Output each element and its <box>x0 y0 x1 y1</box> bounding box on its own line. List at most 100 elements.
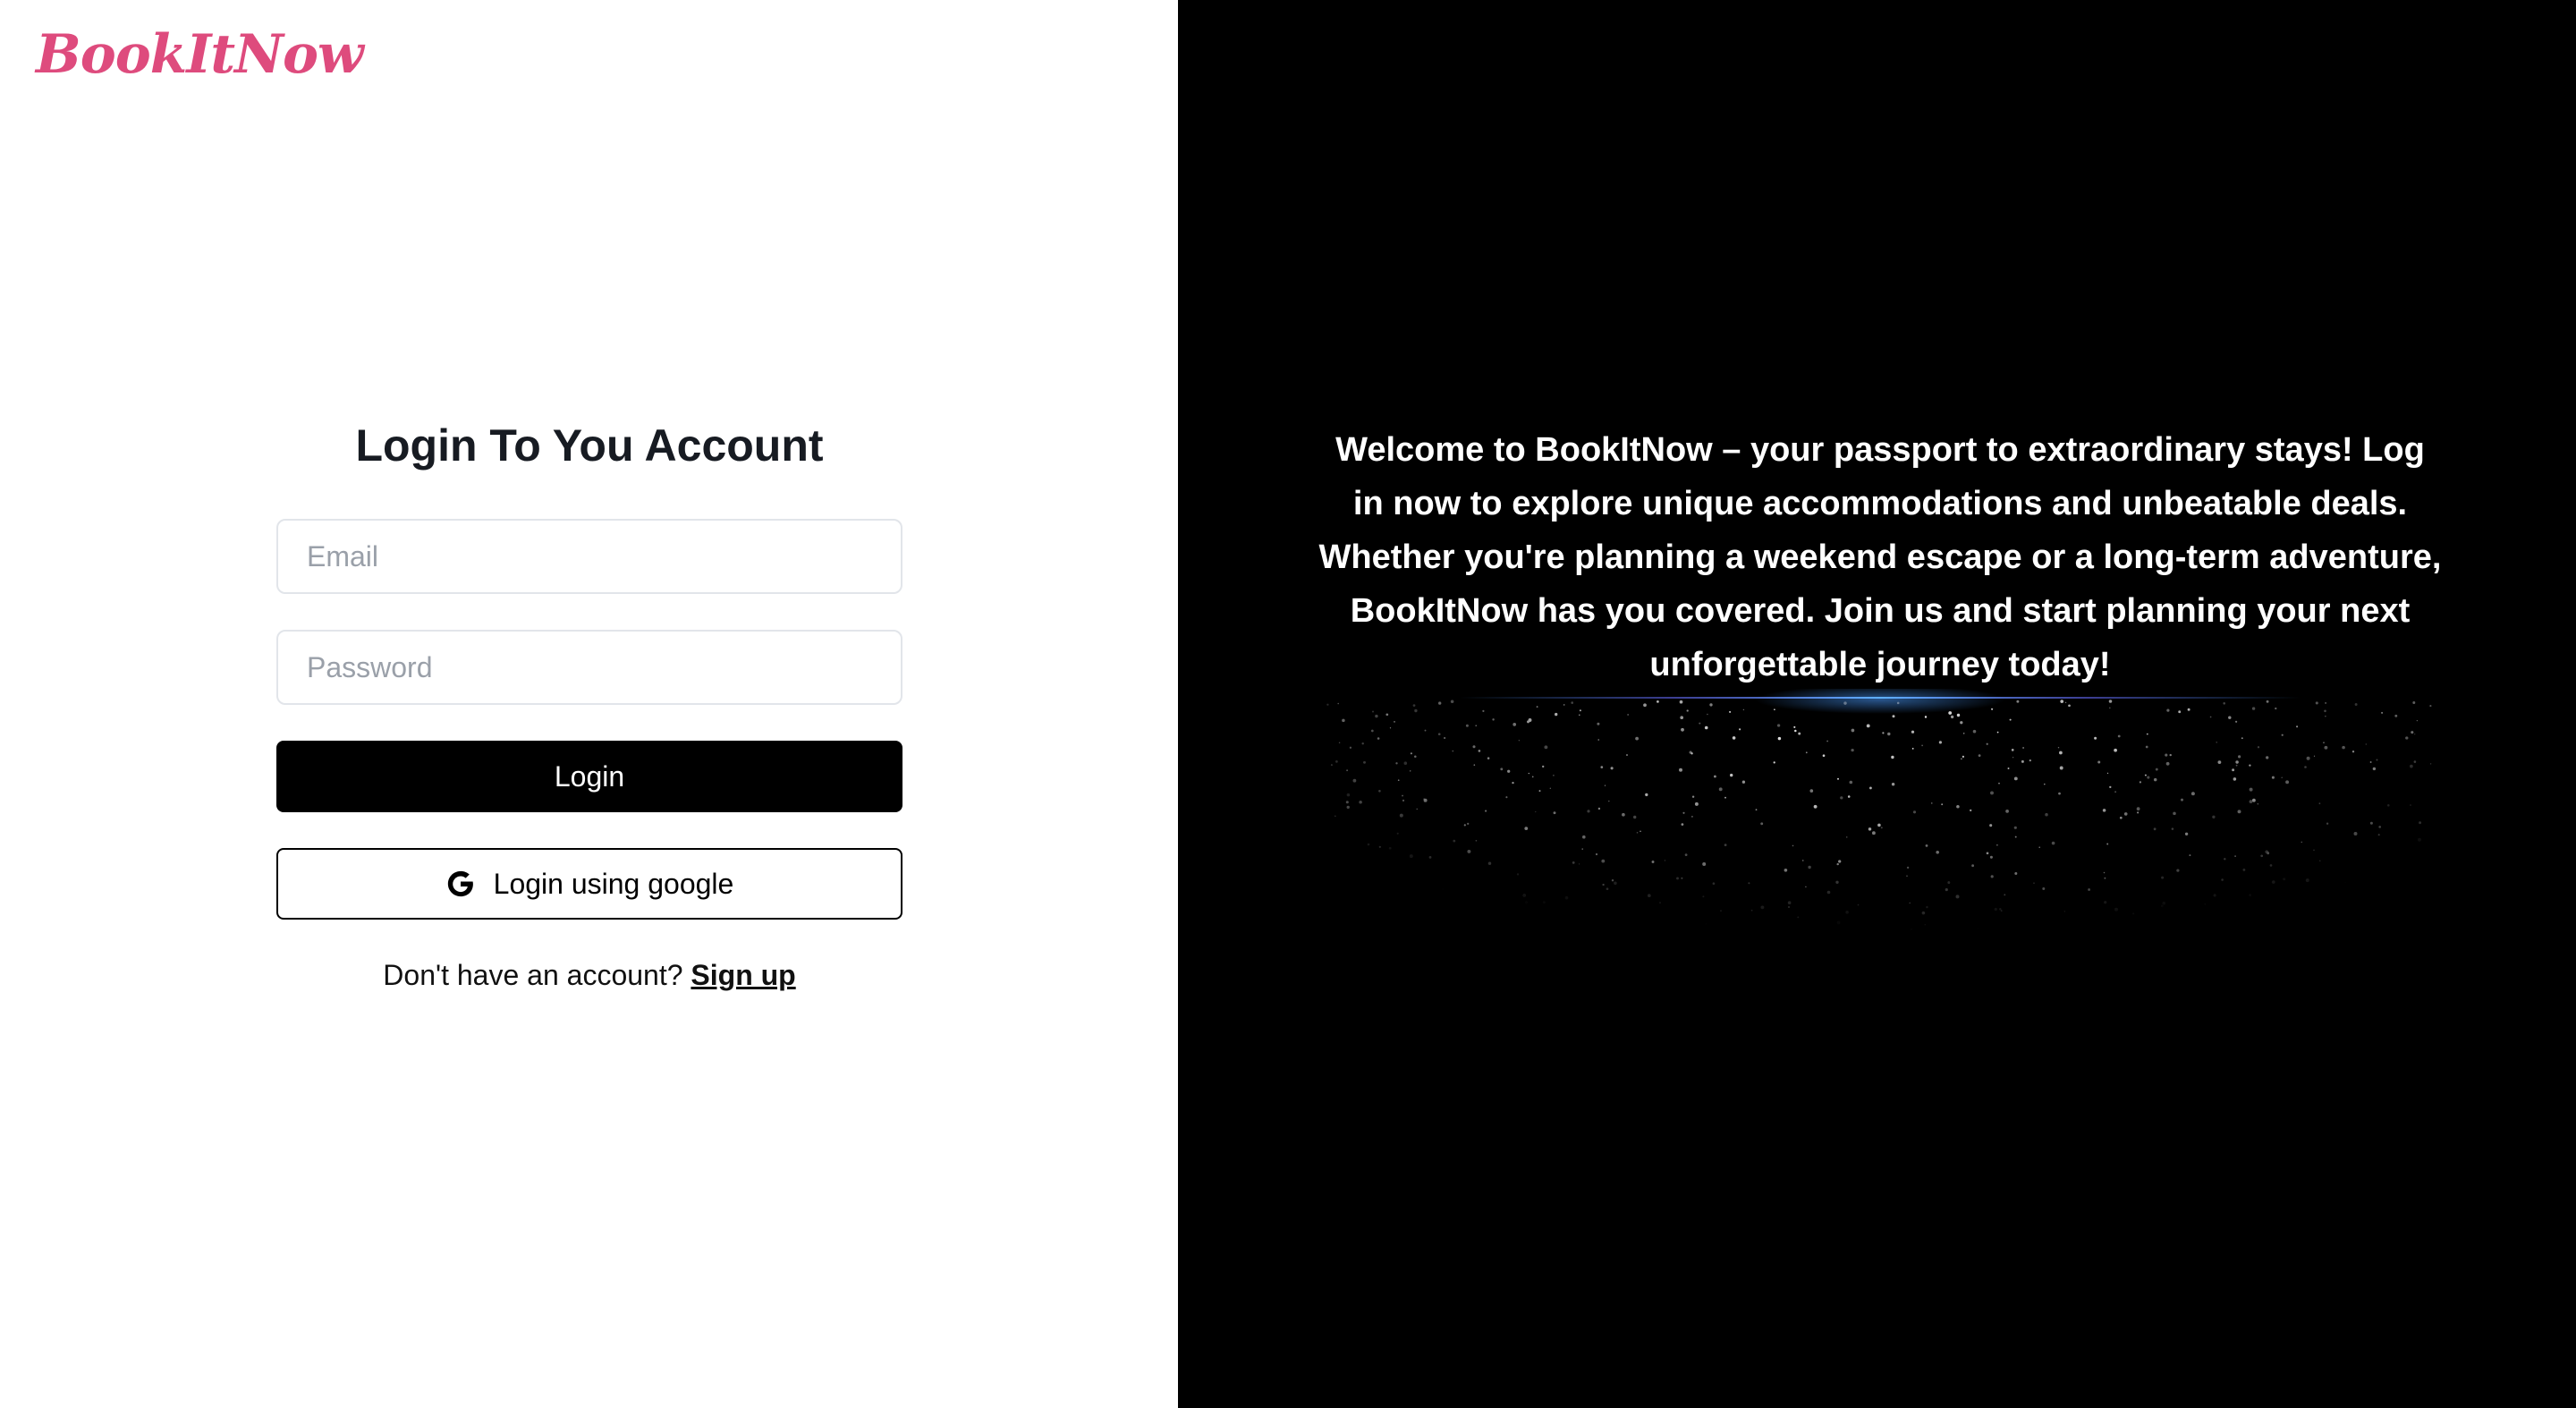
sparkle-dot <box>1836 936 1841 939</box>
sparkle-dot <box>1681 727 1684 732</box>
sparkle-dot <box>1436 920 1439 924</box>
sparkle-dot <box>1659 962 1663 965</box>
sparkle-dot <box>1485 810 1487 812</box>
sparkle-dot <box>1577 919 1579 920</box>
sparkle-dot <box>2285 780 2290 785</box>
sparkle-dot <box>1724 844 1727 846</box>
sparkle-dot <box>2266 700 2269 703</box>
sparkle-dot <box>1542 901 1546 904</box>
sparkle-dot <box>1679 768 1682 772</box>
sparkle-dot <box>2184 832 2189 835</box>
sparkle-dot <box>2217 760 2222 764</box>
sparkle-dot <box>1925 844 1928 847</box>
sparkle-dot <box>2144 774 2147 776</box>
sparkle-dot <box>2269 916 2273 920</box>
sparkle-dot <box>1837 777 1839 780</box>
sparkle-dot <box>1892 715 1895 718</box>
sparkle-dot <box>2155 768 2158 771</box>
sparkle-dot <box>1633 815 1637 819</box>
sparkle-dot <box>1597 722 1600 725</box>
sparkle-dot <box>1507 915 1511 920</box>
login-button[interactable]: Login <box>276 741 902 812</box>
sparkle-dot <box>2178 710 2182 714</box>
sparkle-dot <box>2249 787 2253 792</box>
sparkle-dot <box>1450 972 1453 976</box>
sparkle-dot <box>1622 812 1625 817</box>
sparkle-dot <box>2212 815 2216 819</box>
sparkle-dot <box>1906 875 1908 878</box>
sparkle-dot <box>1797 916 1800 919</box>
sparkle-dot <box>1851 728 1855 733</box>
sparkle-dot <box>2114 748 2117 752</box>
sparkle-dot <box>2369 821 2373 825</box>
sparkle-dot <box>1688 959 1690 962</box>
sparkle-dot <box>2159 953 2161 954</box>
sparkle-dot <box>2257 746 2260 749</box>
sparkle-dot <box>1467 849 1471 853</box>
sparkle-dot <box>1846 836 1848 838</box>
sparkle-dot <box>1640 925 1642 928</box>
sparkle-dot <box>1681 941 1683 944</box>
sparkle-dot <box>2139 781 2141 784</box>
sparkle-dot <box>1994 907 1997 912</box>
sparkle-dot <box>1438 913 1442 917</box>
sparkle-dot <box>1452 750 1454 752</box>
sparkle-dot <box>1345 801 1349 804</box>
sparkle-dot <box>2249 800 2253 803</box>
sparkle-dot <box>1713 775 1716 778</box>
sparkle-dot <box>1817 933 1820 937</box>
sparkle-dot <box>1392 962 1395 965</box>
sparkle-dot <box>1681 877 1683 879</box>
sparkle-dot <box>1601 859 1606 863</box>
password-field[interactable] <box>276 630 902 705</box>
sparkle-dot <box>1549 787 1551 789</box>
sparkle-dot <box>1891 782 1895 786</box>
sparkle-dot <box>1808 865 1811 869</box>
sparkle-dot <box>1972 729 1977 734</box>
sparkle-dot <box>2251 798 2256 802</box>
sparkle-dot <box>1809 789 1814 793</box>
email-field[interactable] <box>276 519 902 594</box>
sparkle-dot <box>1699 722 1701 725</box>
sparkle-dot <box>1394 720 1395 723</box>
sparkle-dot <box>1378 790 1381 793</box>
sparkle-dot <box>1385 713 1389 717</box>
sparkle-dot <box>1409 770 1411 772</box>
sparkle-dot <box>1516 873 1520 876</box>
sparkle-dot <box>1931 802 1933 804</box>
sparkle-dot <box>1635 736 1639 741</box>
sparkle-dot <box>2324 709 2326 713</box>
sparkle-dot <box>2377 834 2380 836</box>
sparkle-dot <box>1588 977 1590 980</box>
sparkle-dot <box>2153 827 2157 831</box>
sparkle-dot <box>1711 965 1713 967</box>
sparkle-dot <box>2271 776 2275 779</box>
sparkle-dot <box>2249 894 2251 896</box>
sparkle-dot <box>2378 826 2382 828</box>
sparkle-dot <box>1553 811 1556 815</box>
sparkle-dot <box>2349 935 2351 937</box>
sparkle-dot <box>2103 871 2106 874</box>
sparkle-dot <box>1705 923 1707 925</box>
sparkle-dot <box>1482 709 1485 712</box>
sparkle-dot <box>1536 706 1538 708</box>
sparkle-dot <box>2341 907 2344 911</box>
sparkle-dot <box>1896 701 1900 705</box>
sparkle-dot <box>1370 912 1372 914</box>
sparkle-dot <box>2281 776 2283 778</box>
sparkle-dot <box>2368 908 2372 912</box>
brand-logo[interactable]: BookItNow <box>36 23 364 86</box>
sparkle-dot <box>1813 804 1818 809</box>
sparkle-dot <box>1518 974 1522 979</box>
sparkle-dot <box>1335 760 1338 763</box>
sparkle-dot <box>2267 852 2270 855</box>
sparkle-dot <box>2044 783 2046 785</box>
signup-link[interactable]: Sign up <box>691 959 795 991</box>
google-login-button[interactable]: Login using google <box>276 848 902 920</box>
sparkle-dot <box>1614 881 1617 886</box>
sparkle-dot <box>1702 862 1707 866</box>
sparkle-dot <box>2410 909 2413 912</box>
sparkle-dot <box>1438 701 1442 705</box>
sparkle-dot <box>2179 955 2182 958</box>
sparkle-dot <box>1600 766 1604 768</box>
